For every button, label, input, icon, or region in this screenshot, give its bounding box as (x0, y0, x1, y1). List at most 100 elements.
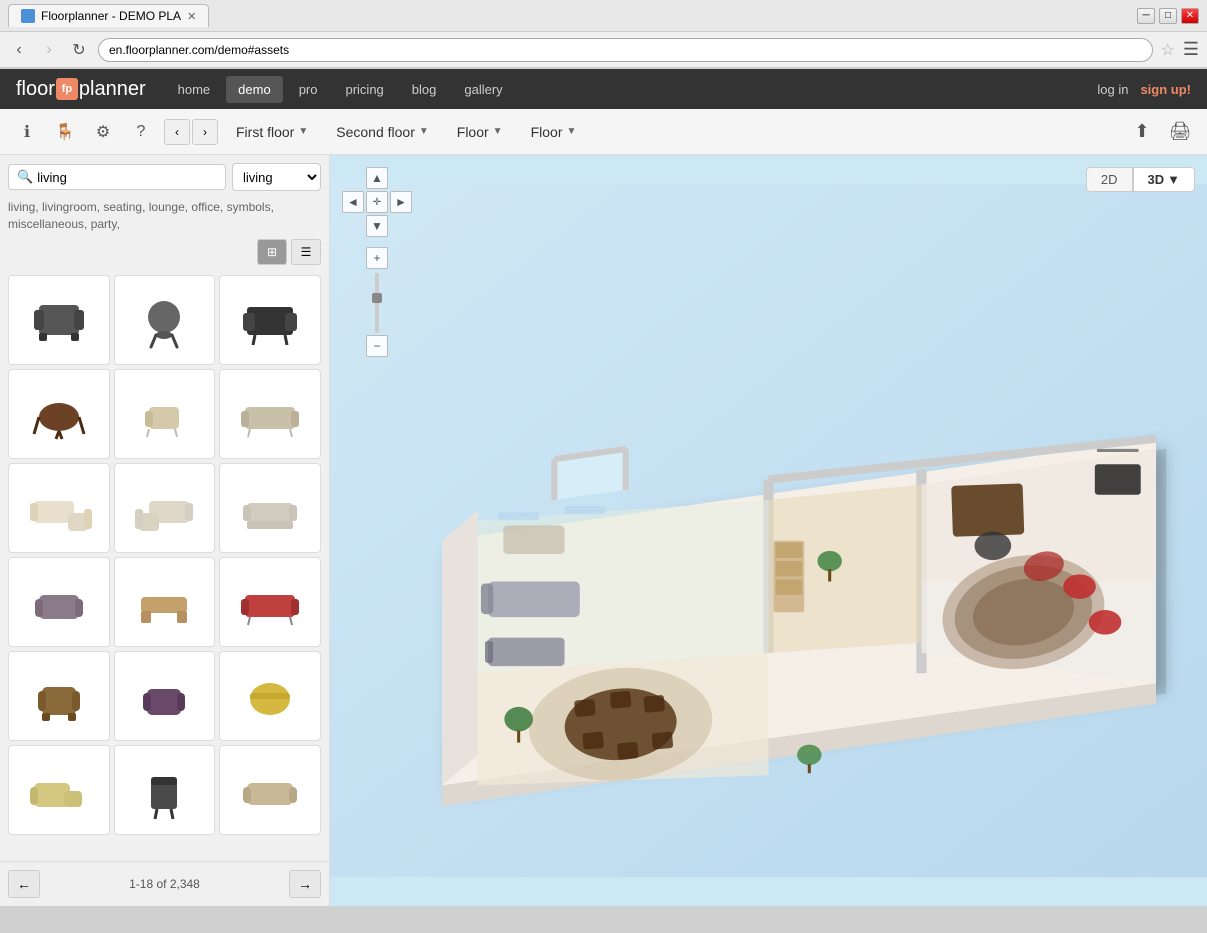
login-link[interactable]: log in (1097, 82, 1128, 97)
address-bar: ‹ › ↻ ☆ ☰ (0, 32, 1207, 68)
url-input[interactable] (98, 38, 1153, 62)
zoom-out-button[interactable]: − (366, 335, 388, 357)
back-button[interactable]: ‹ (8, 39, 30, 61)
help-button[interactable]: ? (126, 117, 156, 147)
first-floor-button[interactable]: First floor ▼ (226, 118, 318, 146)
items-scroll[interactable] (0, 271, 329, 861)
furniture-icon (129, 473, 199, 543)
history-nav: ‹ › (164, 119, 218, 145)
list-item[interactable] (114, 557, 216, 647)
pan-row: ◄ ✛ ► (342, 191, 412, 213)
center-button[interactable]: ✛ (366, 191, 388, 213)
zoom-thumb[interactable] (372, 293, 382, 303)
list-item[interactable] (219, 651, 321, 741)
redo-button[interactable]: › (192, 119, 218, 145)
category-select[interactable]: living bedroom kitchen bathroom (232, 163, 321, 191)
nav-pricing[interactable]: pricing (333, 76, 395, 103)
list-item[interactable] (219, 745, 321, 835)
list-item[interactable] (114, 463, 216, 553)
list-item[interactable] (114, 275, 216, 365)
list-item[interactable] (219, 557, 321, 647)
settings-button[interactable]: ⚙ (88, 117, 118, 147)
pan-right-button[interactable]: ► (390, 191, 412, 213)
canvas-area[interactable]: ▲ ◄ ✛ ► ▼ + − 2D 3D ▼ (330, 155, 1207, 906)
forward-button[interactable]: › (38, 39, 60, 61)
close-button[interactable]: ✕ (1181, 8, 1199, 24)
first-floor-label: First floor (236, 124, 294, 140)
tab-title: Floorplanner - DEMO PLA (41, 9, 181, 23)
minimize-button[interactable]: ─ (1137, 8, 1155, 24)
logo: floor fp planner (16, 78, 146, 101)
floor-4-button[interactable]: Floor ▼ (521, 118, 587, 146)
list-item[interactable] (8, 463, 110, 553)
undo-button[interactable]: ‹ (164, 119, 190, 145)
grid-view-button[interactable]: ⊞ (257, 239, 287, 265)
app-navbar: floor fp planner home demo pro pricing b… (0, 69, 1207, 109)
list-item[interactable] (8, 369, 110, 459)
furniture-icon (235, 285, 305, 355)
floor-3-button[interactable]: Floor ▼ (447, 118, 513, 146)
share-button[interactable]: ⬆ (1127, 117, 1157, 147)
items-grid (0, 271, 329, 839)
nav-blog[interactable]: blog (400, 76, 449, 103)
list-view-button[interactable]: ☰ (291, 239, 321, 265)
list-item[interactable] (114, 745, 216, 835)
furniture-icon (235, 473, 305, 543)
browser-tab[interactable]: Floorplanner - DEMO PLA ✕ (8, 4, 209, 27)
info-button[interactable]: ℹ (12, 117, 42, 147)
list-item[interactable] (8, 275, 110, 365)
tab-favicon (21, 9, 35, 23)
nav-home[interactable]: home (166, 76, 223, 103)
main-content: 🔍 living bedroom kitchen bathroom living… (0, 155, 1207, 906)
floorplan-canvas[interactable] (330, 155, 1207, 906)
zoom-track[interactable] (375, 273, 379, 333)
pan-up-button[interactable]: ▲ (366, 167, 388, 189)
prev-page-button[interactable]: ← (8, 870, 40, 898)
bookmark-icon[interactable]: ☆ (1161, 40, 1175, 60)
furniture-icon (129, 285, 199, 355)
furniture-icon (235, 379, 305, 449)
refresh-button[interactable]: ↻ (68, 39, 90, 61)
sidebar: 🔍 living bedroom kitchen bathroom living… (0, 155, 330, 906)
furniture-icon (129, 567, 199, 637)
list-item[interactable] (8, 557, 110, 647)
list-item[interactable] (219, 275, 321, 365)
list-item[interactable] (114, 651, 216, 741)
second-floor-caret: ▼ (419, 126, 429, 137)
list-item[interactable] (8, 651, 110, 741)
furniture-icon (24, 379, 94, 449)
list-item[interactable] (8, 745, 110, 835)
second-floor-button[interactable]: Second floor ▼ (326, 118, 439, 146)
next-page-button[interactable]: → (289, 870, 321, 898)
browser-menu-icon[interactable]: ☰ (1183, 39, 1199, 60)
furniture-button[interactable]: 🪑 (50, 117, 80, 147)
search-input[interactable] (37, 170, 217, 185)
app-toolbar: ℹ 🪑 ⚙ ? ‹ › First floor ▼ Second floor ▼… (0, 109, 1207, 155)
nav-gallery[interactable]: gallery (452, 76, 514, 103)
2d-button[interactable]: 2D (1086, 167, 1133, 192)
nav-demo[interactable]: demo (226, 76, 283, 103)
floor-3-label: Floor (457, 124, 489, 140)
3d-button[interactable]: 3D ▼ (1133, 167, 1196, 192)
list-item[interactable] (114, 369, 216, 459)
tags-line: living, livingroom, seating, lounge, off… (0, 199, 329, 239)
zoom-in-button[interactable]: + (366, 247, 388, 269)
page-info: 1-18 of 2,348 (129, 877, 200, 891)
furniture-icon (235, 661, 305, 731)
signup-link[interactable]: sign up! (1140, 82, 1191, 97)
tab-close[interactable]: ✕ (187, 10, 196, 23)
logo-icon: fp (56, 78, 78, 100)
list-item[interactable] (219, 369, 321, 459)
3d-label: 3D (1148, 172, 1165, 187)
pan-down-button[interactable]: ▼ (366, 215, 388, 237)
nav-pro[interactable]: pro (287, 76, 330, 103)
print-button[interactable]: 🖨 (1165, 117, 1195, 147)
zoom-bar (342, 273, 412, 333)
pan-left-button[interactable]: ◄ (342, 191, 364, 213)
furniture-icon (129, 379, 199, 449)
view-mode-toggle: 2D 3D ▼ (1086, 167, 1195, 192)
search-bar: 🔍 living bedroom kitchen bathroom (0, 155, 329, 199)
list-item[interactable] (219, 463, 321, 553)
3d-caret: ▼ (1167, 172, 1180, 187)
maximize-button[interactable]: □ (1159, 8, 1177, 24)
